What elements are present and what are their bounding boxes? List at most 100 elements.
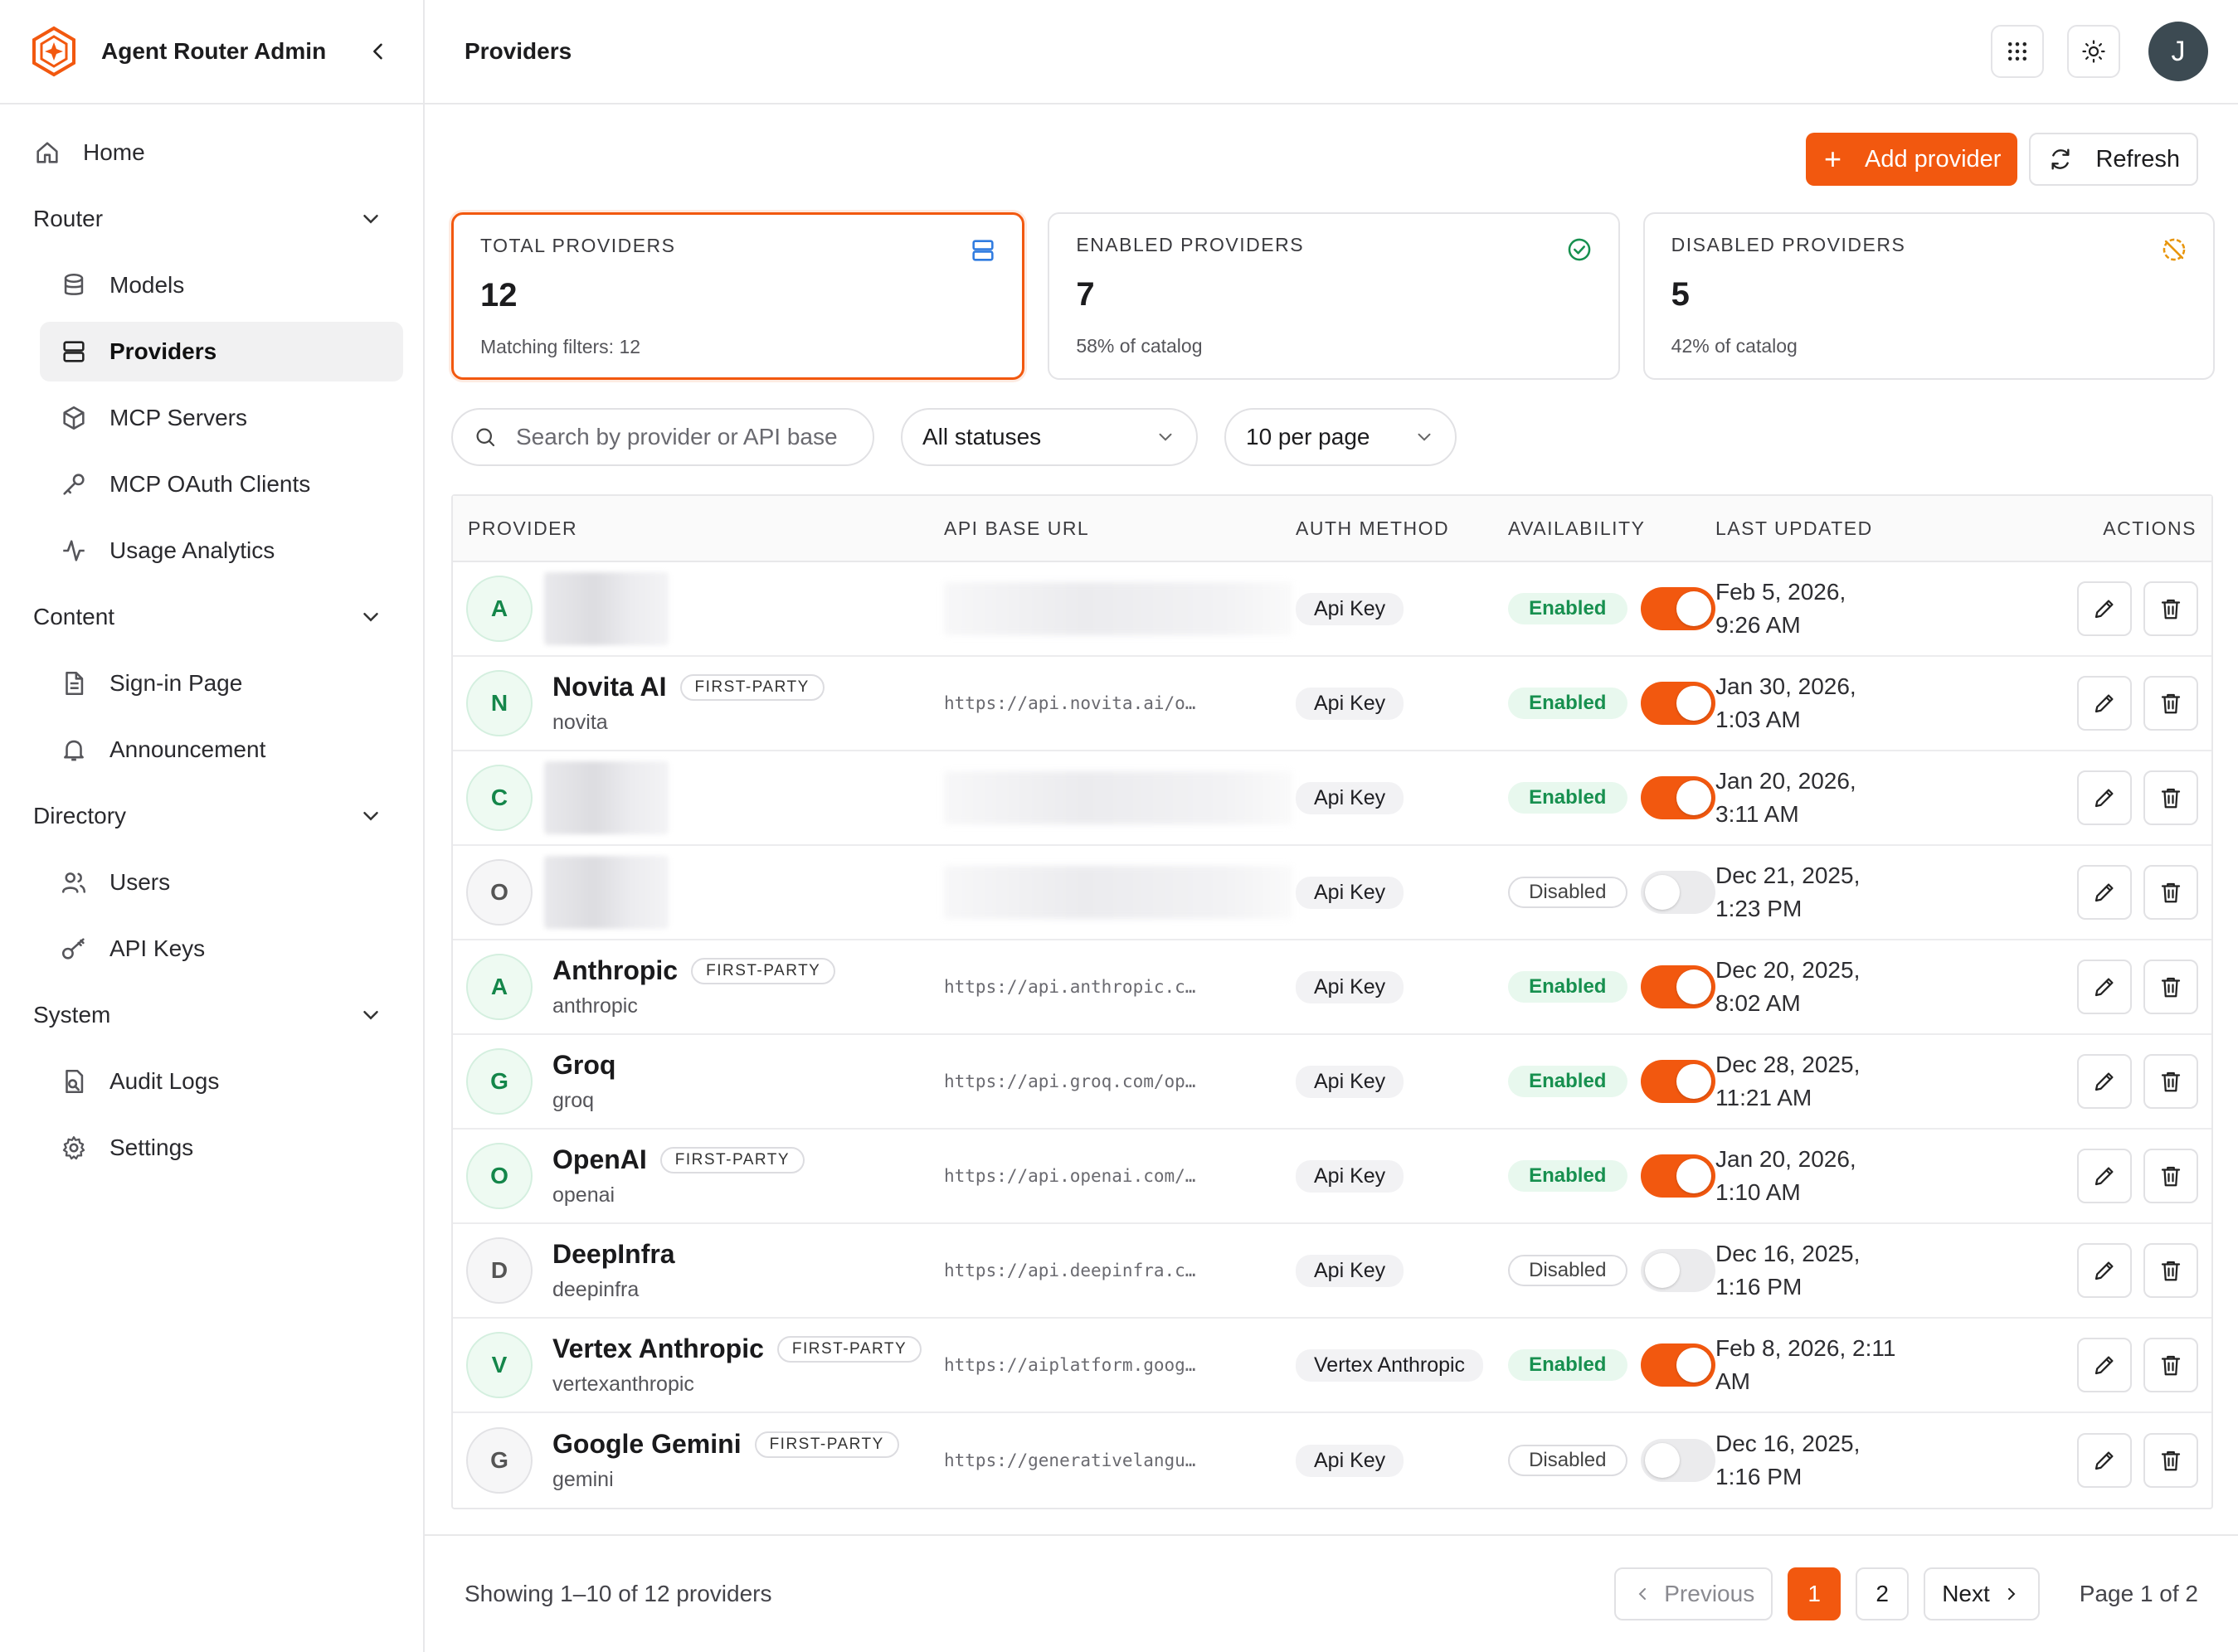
delete-button[interactable]: [2143, 1338, 2198, 1392]
sidebar-group-directory[interactable]: Directory: [13, 786, 403, 846]
availability-toggle[interactable]: [1640, 1154, 1715, 1198]
sidebar-group-content[interactable]: Content: [13, 587, 403, 647]
provider-cell: A Anthropic FIRST-PARTY anthropic: [453, 954, 944, 1020]
table-row: G Groq groq https://api.groq.com/op… Api Key…: [453, 1035, 2211, 1130]
sidebar-item-usage-analytics[interactable]: Usage Analytics: [40, 521, 403, 581]
auth-method-cell: Api Key: [1296, 1254, 1508, 1287]
stat-card-total[interactable]: TOTAL PROVIDERS 12 Matching filters: 12: [451, 212, 1025, 380]
provider-initial-avatar: C: [466, 765, 533, 831]
sidebar-item-announcement[interactable]: Announcement: [40, 720, 403, 780]
delete-button[interactable]: [2143, 581, 2198, 636]
sidebar-item-mcp-oauth-clients[interactable]: MCP OAuth Clients: [40, 454, 403, 514]
availability-toggle[interactable]: [1640, 587, 1715, 630]
trash-icon: [2161, 1071, 2181, 1092]
sidebar-item-home[interactable]: Home: [13, 123, 403, 182]
delete-button[interactable]: [2143, 1149, 2198, 1203]
refresh-button[interactable]: Refresh: [2029, 133, 2198, 186]
sidebar-item-audit-logs[interactable]: Audit Logs: [40, 1052, 403, 1111]
column-header-last-updated[interactable]: LAST UPDATED: [1715, 512, 2011, 545]
stat-card-enabled[interactable]: ENABLED PROVIDERS 7 58% of catalog: [1048, 212, 1620, 380]
column-header-api-base-url[interactable]: API BASE URL: [944, 517, 1296, 540]
provider-text: Anthropic FIRST-PARTY anthropic: [552, 955, 836, 1018]
cube-icon: [60, 404, 88, 432]
server-icon: [969, 236, 997, 265]
availability-toggle[interactable]: [1640, 1060, 1715, 1103]
availability-toggle[interactable]: [1640, 682, 1715, 725]
sidebar-item-users[interactable]: Users: [40, 853, 403, 912]
page-button-2[interactable]: 2: [1856, 1567, 1910, 1620]
api-base-url: https://aiplatform.goog…: [944, 1355, 1196, 1375]
column-header-availability[interactable]: AVAILABILITY: [1508, 517, 1715, 540]
edit-button[interactable]: [2077, 1054, 2132, 1109]
edit-button[interactable]: [2077, 1243, 2132, 1298]
edit-button[interactable]: [2077, 581, 2132, 636]
delete-button[interactable]: [2143, 960, 2198, 1014]
edit-button[interactable]: [2077, 676, 2132, 731]
first-party-badge: FIRST-PARTY: [679, 673, 825, 701]
app-title: Agent Router Admin: [101, 38, 327, 64]
availability-toggle[interactable]: [1640, 965, 1715, 1008]
theme-toggle-button[interactable]: [2067, 25, 2120, 78]
provider-name: Google Gemini: [552, 1429, 742, 1459]
stat-card-disabled[interactable]: DISABLED PROVIDERS 5 42% of catalog: [1642, 212, 2215, 380]
add-provider-button[interactable]: + Add provider: [1805, 133, 2018, 186]
search-input[interactable]: Search by provider or API base: [451, 408, 874, 466]
pencil-icon: [2094, 1261, 2114, 1280]
last-updated-date: Jan 20, 2026,: [1715, 1146, 1856, 1172]
sidebar-item-mcp-servers[interactable]: MCP Servers: [40, 388, 403, 448]
availability-cell: Enabled: [1508, 965, 1715, 1008]
availability-cell: Disabled: [1508, 1249, 1715, 1292]
provider-cell: N Novita AI FIRST-PARTY novita: [453, 670, 944, 736]
table-body: A Api Key Enabled Feb 5, 2026, 9:26 AM N Novit…: [453, 562, 2211, 1508]
provider-initial-avatar: V: [466, 1332, 533, 1398]
sidebar-item-sign-in-page[interactable]: Sign-in Page: [40, 654, 403, 713]
toggle-knob: [1676, 969, 1711, 1004]
edit-button[interactable]: [2077, 1433, 2132, 1488]
edit-button[interactable]: [2077, 1338, 2132, 1392]
availability-toggle[interactable]: [1640, 871, 1715, 914]
next-page-button[interactable]: Next: [1924, 1567, 2040, 1620]
users-icon: [60, 868, 88, 896]
toggle-knob: [1644, 1253, 1680, 1288]
sidebar-item-providers[interactable]: Providers: [40, 322, 403, 381]
per-page-select[interactable]: 10 per page: [1224, 408, 1457, 466]
delete-button[interactable]: [2143, 770, 2198, 825]
edit-button[interactable]: [2077, 1149, 2132, 1203]
database-icon: [60, 271, 88, 299]
avatar[interactable]: J: [2148, 22, 2208, 81]
status-badge: Enabled: [1508, 782, 1627, 814]
delete-button[interactable]: [2143, 1433, 2198, 1488]
delete-button[interactable]: [2143, 1243, 2198, 1298]
sidebar-item-models[interactable]: Models: [40, 255, 403, 315]
edit-button[interactable]: [2077, 770, 2132, 825]
availability-toggle[interactable]: [1640, 776, 1715, 819]
sidebar-group-router[interactable]: Router: [13, 189, 403, 249]
sidebar-item-label: Announcement: [109, 736, 266, 762]
check-circle-icon: [1565, 236, 1593, 264]
page-actions: + Add provider Refresh: [1805, 133, 2198, 186]
sidebar-item-settings[interactable]: Settings: [40, 1118, 403, 1178]
provider-initial-avatar: D: [466, 1237, 533, 1304]
status-filter-select[interactable]: All statuses: [901, 408, 1198, 466]
last-updated-cell: Dec 16, 2025, 1:16 PM: [1715, 1237, 2011, 1304]
collapse-sidebar-button[interactable]: [362, 35, 395, 68]
audit-icon: [60, 1067, 88, 1096]
previous-page-button[interactable]: Previous: [1614, 1567, 1773, 1620]
edit-button[interactable]: [2077, 865, 2132, 920]
auth-method-badge: Api Key: [1296, 1159, 1404, 1193]
apps-button[interactable]: [1991, 25, 2044, 78]
delete-button[interactable]: [2143, 865, 2198, 920]
auth-method-cell: Api Key: [1296, 687, 1508, 720]
column-header-provider[interactable]: PROVIDER: [453, 517, 944, 540]
availability-toggle[interactable]: [1640, 1249, 1715, 1292]
column-header-auth-method[interactable]: AUTH METHOD: [1296, 517, 1508, 540]
api-base-url-cell: [944, 582, 1296, 635]
page-button-1[interactable]: 1: [1788, 1567, 1841, 1620]
availability-toggle[interactable]: [1640, 1343, 1715, 1387]
delete-button[interactable]: [2143, 676, 2198, 731]
delete-button[interactable]: [2143, 1054, 2198, 1109]
availability-toggle[interactable]: [1640, 1439, 1715, 1482]
sidebar-group-system[interactable]: System: [13, 985, 403, 1045]
sidebar-item-api-keys[interactable]: API Keys: [40, 919, 403, 979]
edit-button[interactable]: [2077, 960, 2132, 1014]
